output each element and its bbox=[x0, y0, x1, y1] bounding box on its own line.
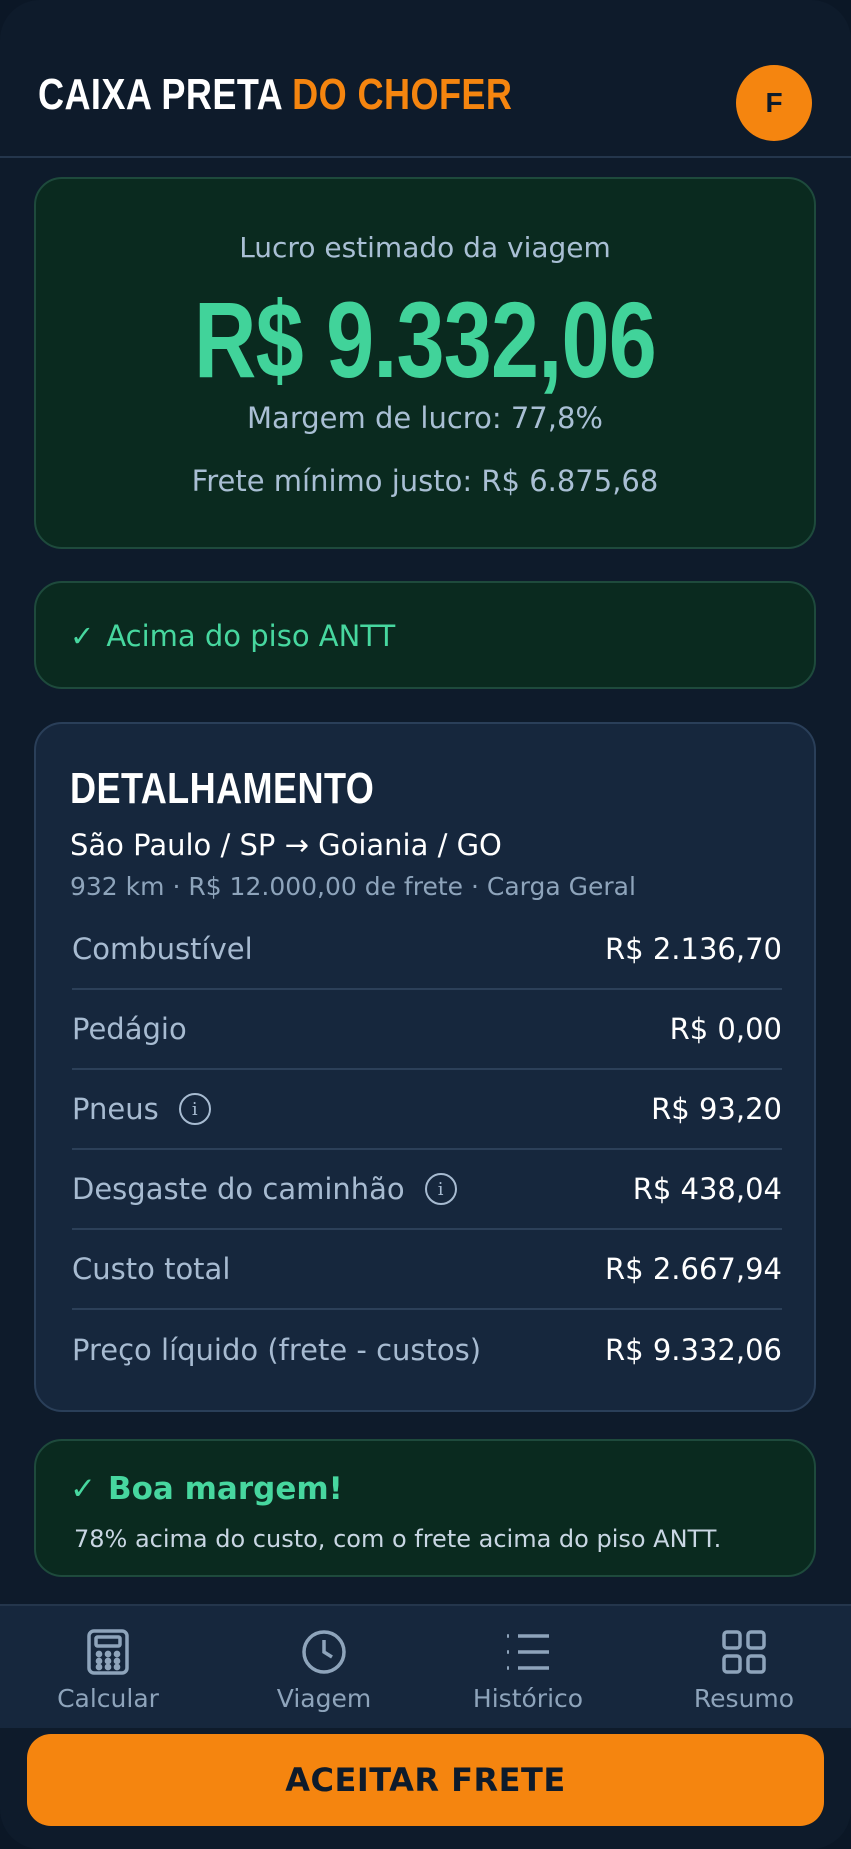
cost-value: R$ 438,04 bbox=[632, 1172, 782, 1206]
cost-label: Pedágio bbox=[72, 1012, 187, 1046]
bottom-nav: Calcular Viagem Histórico Resumo bbox=[0, 1604, 851, 1730]
info-icon[interactable]: i bbox=[178, 1093, 211, 1125]
nav-label: Resumo bbox=[693, 1684, 795, 1713]
app-title-part2: DO CHOFER bbox=[292, 70, 513, 119]
cta-area: ACEITAR FRETE bbox=[0, 1728, 851, 1849]
cost-label: Combustível bbox=[72, 932, 253, 966]
cost-value: R$ 93,20 bbox=[651, 1092, 782, 1126]
trip-meta: 932 km · R$ 12.000,00 de frete · Carga G… bbox=[70, 872, 636, 901]
nav-viagem[interactable]: Viagem bbox=[244, 1626, 404, 1713]
app-title: CAIXA PRETA DO CHOFER bbox=[38, 70, 512, 120]
cost-row-toll: Pedágio R$ 0,00 bbox=[72, 990, 782, 1070]
app-title-part1: CAIXA PRETA bbox=[38, 70, 282, 119]
antt-status-text: Acima do piso ANTT bbox=[106, 619, 396, 653]
cost-row-wear: Desgaste do caminhão i R$ 438,04 bbox=[72, 1150, 782, 1230]
app-screen: CAIXA PRETA DO CHOFER F Lucro estimado d… bbox=[0, 0, 851, 1849]
cost-value: R$ 2.667,94 bbox=[605, 1252, 782, 1286]
accept-freight-button[interactable]: ACEITAR FRETE bbox=[27, 1734, 824, 1826]
route: São Paulo / SP → Goiania / GO bbox=[70, 828, 502, 862]
avatar[interactable]: F bbox=[736, 65, 812, 141]
cost-label: Desgaste do caminhão bbox=[72, 1172, 405, 1206]
cost-row-fuel: Combustível R$ 2.136,70 bbox=[72, 910, 782, 990]
grid-icon bbox=[722, 1630, 766, 1674]
check-icon: ✓ bbox=[70, 619, 95, 653]
good-margin-subtitle: 78% acima do custo, com o frete acima do… bbox=[74, 1525, 722, 1553]
nav-label: Calcular bbox=[57, 1684, 159, 1713]
nav-resumo[interactable]: Resumo bbox=[664, 1626, 824, 1713]
calculator-icon bbox=[87, 1629, 129, 1675]
clock-icon bbox=[302, 1630, 346, 1674]
check-icon: ✓ bbox=[70, 1471, 96, 1507]
cost-row-tires: Pneus i R$ 93,20 bbox=[72, 1070, 782, 1150]
cost-value: R$ 2.136,70 bbox=[605, 932, 782, 966]
nav-historico[interactable]: Histórico bbox=[448, 1626, 608, 1713]
cost-row-net: Preço líquido (frete - custos) R$ 9.332,… bbox=[72, 1310, 782, 1390]
details-card: DETALHAMENTO São Paulo / SP → Goiania / … bbox=[34, 722, 816, 1412]
antt-status-badge: ✓ Acima do piso ANTT bbox=[34, 581, 816, 689]
app-header: CAIXA PRETA DO CHOFER F bbox=[0, 0, 851, 158]
cost-label: Preço líquido (frete - custos) bbox=[72, 1333, 482, 1367]
nav-calcular[interactable]: Calcular bbox=[28, 1626, 188, 1713]
cost-label: Pneus bbox=[72, 1092, 159, 1126]
info-icon[interactable]: i bbox=[424, 1173, 457, 1205]
profit-label: Lucro estimado da viagem bbox=[239, 231, 611, 264]
profit-amount: R$ 9.332,06 bbox=[194, 279, 657, 400]
profit-card: Lucro estimado da viagem R$ 9.332,06 Mar… bbox=[34, 177, 816, 549]
nav-label: Histórico bbox=[472, 1684, 584, 1713]
min-freight: Frete mínimo justo: R$ 6.875,68 bbox=[191, 464, 659, 498]
cost-list: Combustível R$ 2.136,70 Pedágio R$ 0,00 … bbox=[72, 910, 782, 1390]
good-margin-card: ✓ Boa margem! 78% acima do custo, com o … bbox=[34, 1439, 816, 1577]
profit-margin: Margem de lucro: 77,8% bbox=[247, 401, 603, 435]
nav-label: Viagem bbox=[276, 1684, 372, 1713]
cost-label: Custo total bbox=[72, 1252, 231, 1286]
list-icon bbox=[507, 1634, 549, 1670]
cost-value: R$ 9.332,06 bbox=[605, 1333, 782, 1367]
details-title: DETALHAMENTO bbox=[70, 764, 375, 813]
good-margin-title: Boa margem! bbox=[107, 1471, 343, 1507]
cost-row-total: Custo total R$ 2.667,94 bbox=[72, 1230, 782, 1310]
cost-value: R$ 0,00 bbox=[669, 1012, 782, 1046]
